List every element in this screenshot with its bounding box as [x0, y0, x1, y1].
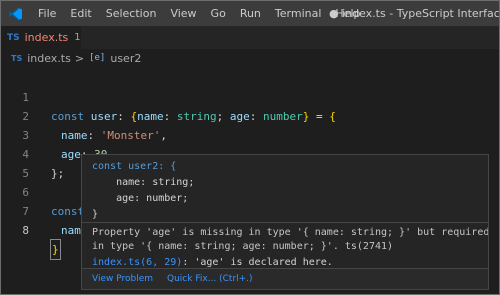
tab-bar: TS index.ts 1 [1, 26, 499, 49]
signature-line: } [92, 209, 99, 220]
line-number: 8 [22, 224, 29, 237]
tab-index-ts[interactable]: TS index.ts 1 [1, 26, 81, 49]
breadcrumb-separator: > [74, 51, 85, 65]
hover-actions: View Problem Quick Fix... (Ctrl+.) [82, 268, 488, 289]
menu-selection[interactable]: Selection [99, 1, 164, 26]
signature-line: const user2: { [92, 161, 177, 172]
code-line: 1 const user: {name: string; age: number… [1, 69, 499, 123]
window-title: ● index.ts - TypeScript Interfaces - Vis… [329, 7, 500, 20]
menu-go[interactable]: Go [204, 1, 233, 26]
signature-line: name: string; [92, 177, 195, 188]
breadcrumb: TS index.ts > [e] user2 [1, 49, 499, 67]
bracket: } [50, 239, 61, 260]
related-info: index.ts(6, 29): 'age' is declared here. [92, 255, 333, 271]
hover-signature: const user2: { [92, 159, 176, 175]
related-location-link[interactable]: index.ts(6, 29) [92, 257, 182, 268]
vscode-window: File Edit Selection View Go Run Terminal… [0, 0, 500, 295]
related-text: : 'age' is declared here. [182, 257, 333, 268]
hover-tooltip: const user2: { name: string; age: number… [81, 154, 489, 290]
menu-edit[interactable]: Edit [63, 1, 98, 26]
title-bar: File Edit Selection View Go Run Terminal… [1, 1, 499, 26]
typescript-file-icon: TS [11, 53, 23, 63]
breadcrumb-file[interactable]: index.ts [27, 52, 71, 65]
menu-terminal[interactable]: Terminal [268, 1, 329, 26]
breadcrumb-symbol[interactable]: user2 [110, 52, 141, 65]
error-message: in type '{ name: string; age: number; }'… [92, 241, 394, 252]
vscode-logo-icon[interactable] [1, 7, 31, 21]
menu-run[interactable]: Run [233, 1, 268, 26]
variable-symbol-icon: [e] [89, 53, 106, 63]
code-line: 4 }; [1, 126, 499, 180]
divider [82, 222, 488, 223]
view-problem-link[interactable]: View Problem [92, 274, 153, 284]
tab-label: index.ts [24, 31, 69, 44]
code-line: 3 age: 30 [1, 107, 499, 161]
signature-line: age: number; [92, 193, 189, 204]
code-line: 2 name: 'Monster', [1, 88, 499, 142]
typescript-file-icon: TS [7, 32, 20, 43]
menu-view[interactable]: View [163, 1, 203, 26]
menu-file[interactable]: File [31, 1, 63, 26]
problem-count-badge: 1 [74, 32, 81, 43]
quick-fix-link[interactable]: Quick Fix... (Ctrl+.) [167, 274, 253, 284]
